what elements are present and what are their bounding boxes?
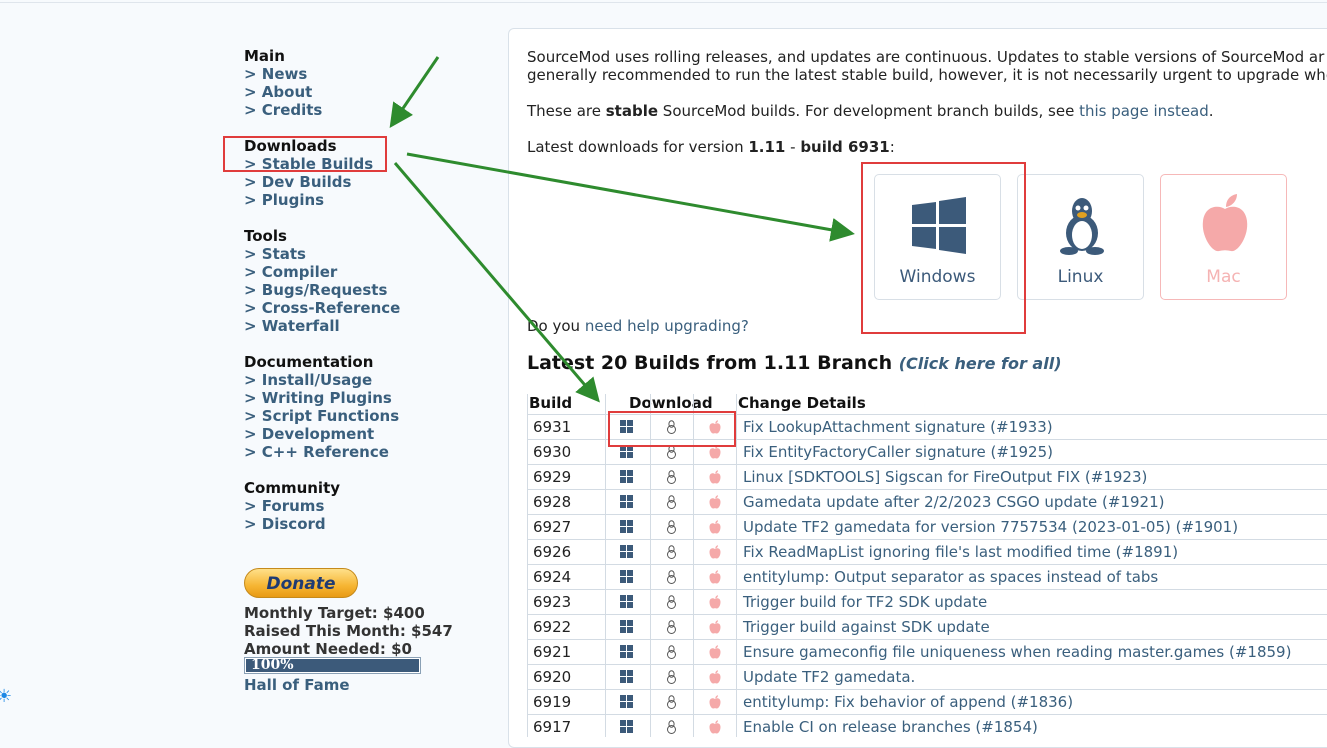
arrow-to-download-icons [393, 162, 600, 403]
arrow-to-windows [406, 152, 855, 242]
annotation-arrows [389, 56, 855, 403]
arrow-to-stable-builds [389, 56, 440, 128]
